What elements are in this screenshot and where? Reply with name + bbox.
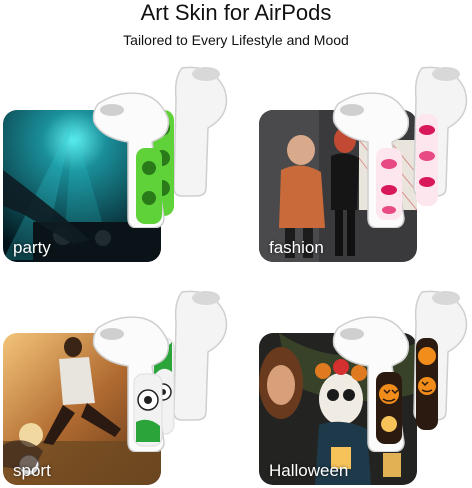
party-caption: party [13,238,51,257]
fashion-airpods [332,66,468,228]
fashion-caption: fashion [269,238,324,257]
sport-caption: sport [13,461,51,480]
halloween-airpods [332,290,468,452]
sport-airpods [92,290,228,452]
page-title: Art Skin for AirPods [140,0,332,25]
halloween-caption: Halloween [269,461,349,480]
page-subtitle: Tailored to Every Lifestyle and Mood [123,32,349,48]
party-airpods [92,66,228,228]
